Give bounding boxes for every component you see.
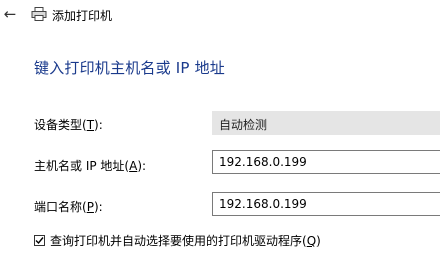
device-type-label: 设备类型(T): — [34, 118, 103, 132]
query-driver-checkbox[interactable] — [34, 235, 45, 246]
port-name-label: 端口名称(P): — [34, 200, 103, 214]
printer-icon — [31, 7, 47, 21]
window-title: 添加打印机 — [52, 9, 113, 23]
host-input[interactable]: 192.168.0.199 — [212, 150, 440, 174]
back-arrow-icon[interactable]: ← — [2, 5, 18, 23]
page-heading: 键入打印机主机名或 IP 地址 — [34, 59, 226, 77]
host-label: 主机名或 IP 地址(A): — [34, 159, 147, 173]
query-driver-option[interactable]: 查询打印机并自动选择要使用的打印机驱动程序(Q) — [34, 232, 321, 249]
title-bar: ← 添加打印机 — [0, 0, 440, 30]
checkmark-icon — [35, 237, 44, 245]
query-driver-label: 查询打印机并自动选择要使用的打印机驱动程序(Q) — [50, 234, 321, 248]
device-type-select[interactable]: 自动检测 — [212, 111, 440, 135]
port-name-input[interactable]: 192.168.0.199 — [212, 192, 440, 216]
